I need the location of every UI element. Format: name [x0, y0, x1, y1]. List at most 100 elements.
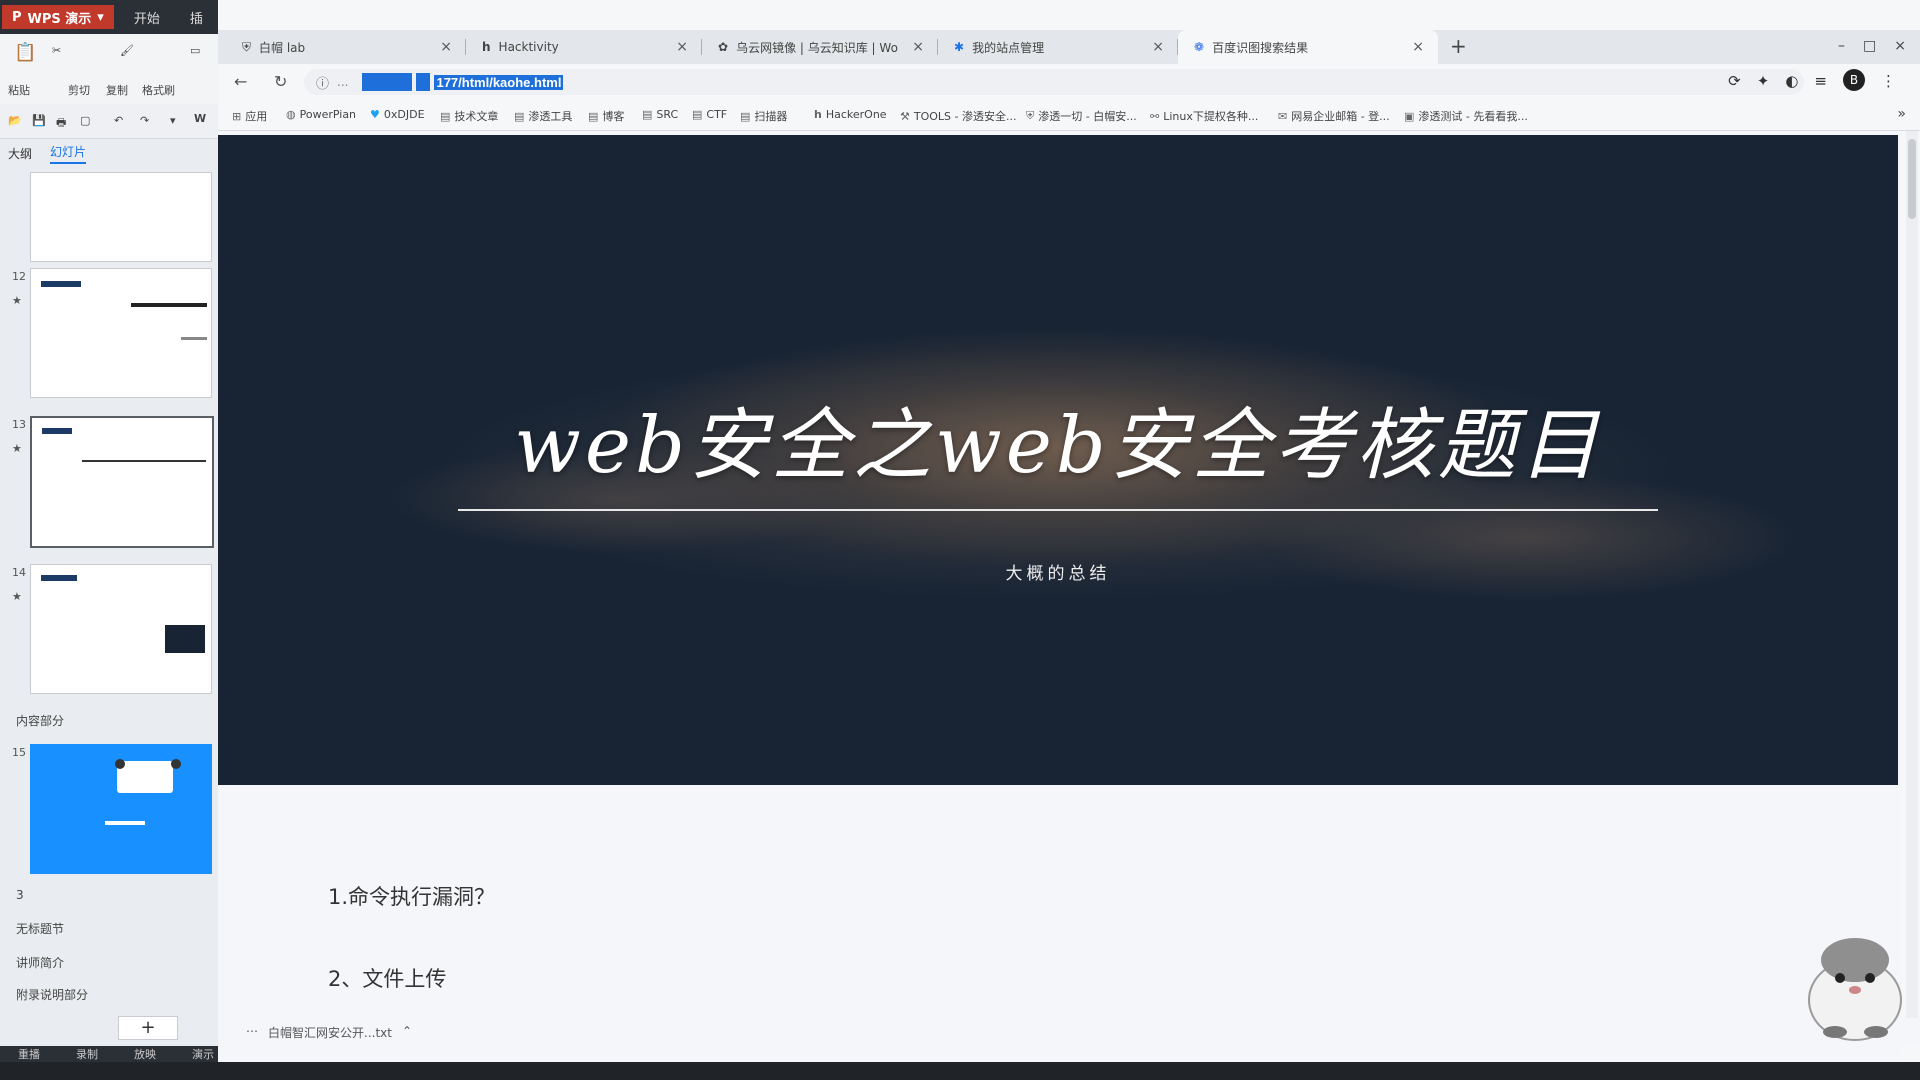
close-icon[interactable]: × — [1152, 39, 1164, 55]
page-icon: ▣ — [1404, 109, 1415, 123]
bookmark-folder[interactable]: ▤ SRC — [642, 108, 678, 121]
print-icon[interactable]: 🖶 — [56, 114, 66, 133]
slide-preview[interactable] — [30, 744, 212, 874]
animation-star-icon: ★ — [12, 442, 22, 455]
bookmark-apps[interactable]: ⊞ 应用 — [232, 108, 267, 124]
open-icon[interactable]: 📂 — [8, 114, 22, 127]
scroll-thumb[interactable] — [1908, 139, 1916, 219]
extension-icon[interactable]: ◐ — [1785, 72, 1798, 91]
more-icon[interactable]: ▾ — [170, 114, 176, 127]
h-icon: h — [814, 108, 822, 121]
minimize-icon[interactable]: – — [1838, 38, 1845, 54]
tab-wooyun[interactable]: ✿ 乌云网镜像 | 乌云知识库 | Wo × — [702, 30, 938, 64]
info-icon[interactable]: ⓘ — [316, 73, 329, 92]
wps-app-menu[interactable]: P WPS 演示 ▾ — [2, 5, 114, 29]
status-replay[interactable]: 重播 — [18, 1046, 40, 1062]
close-window-icon[interactable]: × — [1894, 38, 1906, 54]
wps-quick-toolbar: 📂 💾 🖶 ▢ ↶ ↷ ▾ W — [0, 104, 218, 139]
tool-copy[interactable]: 复制 — [106, 82, 128, 98]
slide-preview[interactable] — [30, 564, 212, 694]
wps-w-icon[interactable]: W — [194, 112, 206, 125]
tab-label: 白帽 lab — [259, 40, 306, 55]
wps-tab-insert[interactable]: 插 — [190, 8, 203, 27]
chevron-up-icon[interactable]: ⌃ — [402, 1024, 412, 1041]
browser-window: ⛨ 白帽 lab × h Hacktivity × ✿ 乌云网镜像 | 乌云知识… — [218, 0, 1920, 1062]
url-path[interactable]: 177/html/kaohe.html — [434, 74, 564, 90]
slide-preview[interactable] — [30, 268, 212, 398]
folder-icon: ▤ — [740, 109, 751, 123]
bookmark-item[interactable]: ⚯ Linux下提权各种... — [1150, 108, 1258, 124]
format-painter-icon[interactable]: 🖌 — [120, 44, 134, 57]
tab-whitehat-lab[interactable]: ⛨ 白帽 lab × — [226, 30, 466, 64]
bookmarks-overflow-button[interactable]: » — [1897, 106, 1906, 122]
add-slide-button[interactable]: + — [118, 1016, 178, 1040]
slide-thumbnail-14[interactable]: 14 ★ — [0, 564, 218, 704]
more-menu-icon[interactable]: ⋮ — [1881, 72, 1896, 91]
slide-thumbnail-15[interactable]: 15 — [0, 744, 218, 874]
tab-site-manage[interactable]: ✱ 我的站点管理 × — [938, 30, 1178, 64]
slide-preview[interactable] — [30, 416, 214, 548]
undo-icon[interactable]: ↶ — [114, 114, 123, 127]
bookmark-folder[interactable]: ▤ 扫描器 — [740, 108, 787, 124]
bookmark-folder[interactable]: ▤ 渗透工具 — [514, 108, 572, 124]
tab-slides[interactable]: 幻灯片 — [50, 143, 87, 164]
preview-icon[interactable]: ▢ — [80, 114, 90, 127]
page-scrollbar[interactable] — [1906, 131, 1918, 1021]
bookmark-item[interactable]: ♥ 0xDJDE — [370, 108, 425, 121]
tab-label: 我的站点管理 — [972, 40, 1045, 55]
extension-icon[interactable]: ✦ — [1757, 72, 1770, 91]
address-bar[interactable]: ⓘ ... 177/html/kaohe.html — [304, 69, 1804, 95]
redo-icon[interactable]: ↷ — [140, 114, 149, 127]
bookmark-item[interactable]: ◍ PowerPian — [286, 108, 356, 121]
slide-thumbnail-12[interactable]: 12 ★ — [0, 268, 218, 408]
slide-preview[interactable] — [30, 172, 212, 262]
tool-cut[interactable]: 剪切 — [68, 82, 90, 98]
reload-icon[interactable]: ↻ — [274, 72, 287, 91]
profile-avatar[interactable]: B — [1843, 69, 1865, 91]
wps-ribbon: 📋 ✂ 🖌 ▭ 粘贴 剪切 复制 格式刷 — [0, 34, 218, 105]
tab-baidu-image[interactable]: ❁ 百度识图搜索结果 × — [1178, 30, 1438, 64]
close-icon[interactable]: × — [440, 39, 452, 55]
close-icon[interactable]: × — [912, 39, 924, 55]
gear-icon: ✱ — [954, 40, 965, 54]
new-tab-button[interactable]: + — [1450, 34, 1467, 58]
menu-list-icon[interactable]: ≡ — [1814, 72, 1827, 91]
bookmark-item[interactable]: ✉ 网易企业邮箱 - 登... — [1278, 108, 1390, 124]
folder-icon: ▤ — [514, 109, 525, 123]
status-record[interactable]: 录制 — [76, 1046, 98, 1062]
wps-tab-start[interactable]: 开始 — [134, 8, 160, 27]
section-three[interactable]: 3 — [16, 888, 24, 902]
status-present[interactable]: 演示 — [192, 1046, 214, 1062]
slideshow-icon[interactable]: ▭ — [190, 44, 200, 57]
status-show[interactable]: 放映 — [134, 1046, 156, 1062]
bookmark-item[interactable]: ⚒ TOOLS - 渗透安全... — [900, 108, 1016, 124]
section-appendix[interactable]: 附录说明部分 — [16, 986, 88, 1003]
close-icon[interactable]: × — [676, 39, 688, 55]
bookmark-item[interactable]: h HackerOne — [814, 108, 887, 121]
download-item[interactable]: ⋯ 白帽智汇网安公开...txt ⌃ — [246, 1024, 412, 1041]
tool-format[interactable]: 格式刷 — [142, 82, 175, 98]
slide-thumbnail-13[interactable]: 13 ★ — [0, 416, 218, 556]
link-icon: ⚯ — [1150, 109, 1160, 123]
tab-hacktivity[interactable]: h Hacktivity × — [466, 30, 702, 64]
save-icon[interactable]: 💾 — [32, 114, 46, 127]
folder-icon: ▤ — [588, 109, 599, 123]
bookmark-folder[interactable]: ▤ 技术文章 — [440, 108, 498, 124]
tab-outline[interactable]: 大纲 — [8, 145, 32, 162]
section-lecturer[interactable]: 讲师简介 — [16, 954, 64, 971]
tool-paste[interactable]: 粘贴 — [8, 82, 30, 98]
file-icon: ⋯ — [246, 1024, 258, 1038]
paste-icon[interactable]: 📋 — [14, 42, 36, 63]
back-icon[interactable]: ← — [234, 72, 247, 91]
slide-thumbnail-11[interactable] — [0, 172, 218, 262]
bookmark-folder[interactable]: ▤ CTF — [692, 108, 727, 121]
bookmark-item[interactable]: ▣ 渗透测试 - 先看看我... — [1404, 108, 1528, 124]
close-icon[interactable]: × — [1412, 39, 1424, 55]
bookmark-item[interactable]: ⛨ 渗透一切 - 白帽安... — [1026, 108, 1137, 124]
section-untitled[interactable]: 无标题节 — [16, 920, 64, 937]
bookmark-folder[interactable]: ▤ 博客 — [588, 108, 624, 124]
cut-icon[interactable]: ✂ — [52, 44, 61, 57]
section-content[interactable]: 内容部分 — [16, 712, 64, 729]
refresh-ext-icon[interactable]: ⟳ — [1728, 72, 1741, 91]
maximize-icon[interactable]: □ — [1863, 38, 1876, 54]
